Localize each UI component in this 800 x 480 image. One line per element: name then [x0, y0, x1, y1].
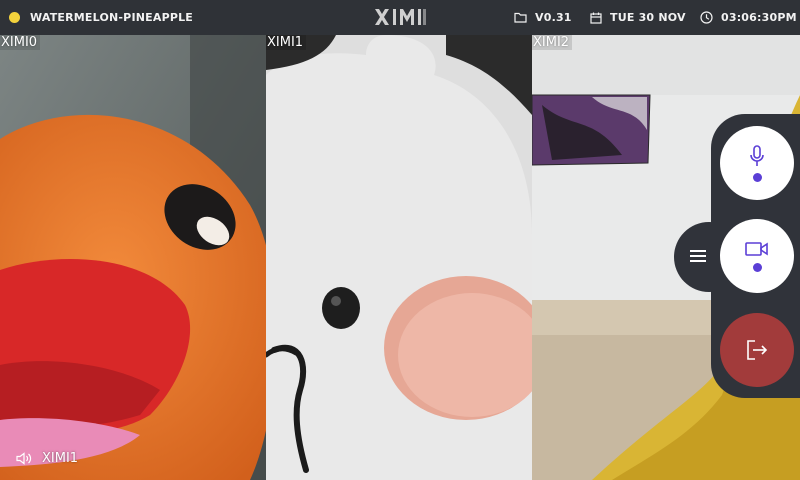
microphone-icon — [750, 144, 764, 166]
tile-label-2: XIMI2 — [532, 35, 573, 50]
speaker-icon — [16, 452, 32, 465]
microphone-button[interactable] — [720, 126, 794, 200]
date-group: TUE 30 NOV — [590, 0, 686, 35]
video-feed-1 — [266, 35, 532, 480]
tile-label-1: XIMI1 — [266, 35, 307, 50]
camera-button[interactable] — [720, 219, 794, 293]
camera-active-dot — [752, 262, 762, 272]
microphone-active-dot — [752, 172, 762, 182]
folder-icon — [514, 12, 527, 23]
calendar-icon — [590, 12, 602, 24]
video-tile-1[interactable]: XIMI1 — [266, 35, 532, 480]
time-group: 03:06:30PM — [700, 0, 797, 35]
tile-label-0: XIMI0 — [0, 35, 41, 50]
active-speaker-indicator: XIMI1 — [16, 451, 78, 466]
top-bar: WATERMELON-PINEAPPLE V0.31 TUE 30 NOV 03… — [0, 0, 800, 35]
video-tile-0[interactable]: XIMI0 XIMI1 — [0, 35, 266, 480]
date-label: TUE 30 NOV — [610, 11, 686, 24]
leave-button[interactable] — [720, 313, 794, 387]
speaker-name: XIMI1 — [42, 451, 79, 466]
status-indicator — [9, 12, 20, 23]
menu-icon[interactable] — [689, 247, 707, 265]
leave-icon — [747, 340, 768, 360]
video-feed-0 — [0, 35, 266, 480]
version-group: V0.31 — [514, 0, 572, 35]
time-label: 03:06:30PM — [721, 11, 797, 24]
session-name: WATERMELON-PINEAPPLE — [30, 11, 194, 24]
camera-icon — [745, 241, 768, 256]
version-label: V0.31 — [535, 11, 572, 24]
clock-icon — [700, 11, 713, 24]
ximi-logo — [375, 9, 426, 25]
